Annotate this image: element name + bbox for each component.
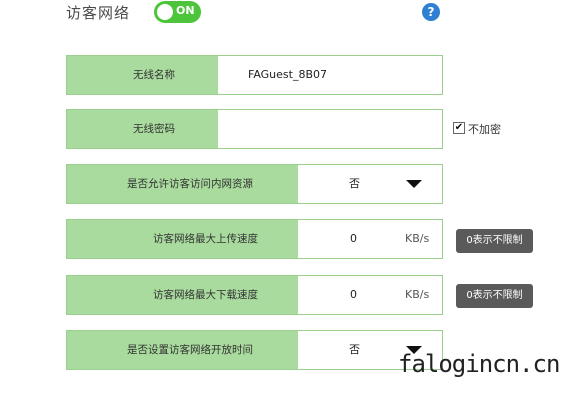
help-icon[interactable]: ? xyxy=(422,3,440,21)
open-time-label: 是否设置访客网络开放时间 xyxy=(127,344,253,356)
watermark-text: falogincn.cn xyxy=(398,350,560,378)
intranet-access-row: 是否允许访客访问内网资源 否 xyxy=(66,164,443,204)
no-encryption-label: 不加密 xyxy=(468,123,501,136)
page-title: 访客网络 xyxy=(66,4,131,22)
password-input[interactable] xyxy=(218,110,442,148)
download-limit-input[interactable]: 0 KB/s xyxy=(298,276,442,314)
password-row: 无线密码 xyxy=(66,109,443,149)
upload-limit-row: 访客网络最大上传速度 0 KB/s xyxy=(66,219,443,259)
upload-limit-hint: 0表示不限制 xyxy=(456,229,533,253)
download-limit-hint: 0表示不限制 xyxy=(456,284,533,308)
ssid-value: FAGuest_8B07 xyxy=(248,68,327,81)
intranet-access-select[interactable]: 否 xyxy=(298,165,442,203)
download-limit-value: 0 xyxy=(350,288,357,301)
guest-network-toggle[interactable]: ON xyxy=(154,1,201,23)
upload-limit-label: 访客网络最大上传速度 xyxy=(153,233,258,245)
no-encryption-checkbox[interactable]: ✔ xyxy=(453,122,465,134)
toggle-label: ON xyxy=(176,4,195,17)
chevron-down-icon xyxy=(406,180,422,188)
toggle-knob xyxy=(157,4,173,20)
intranet-access-label: 是否允许访客访问内网资源 xyxy=(127,178,253,190)
intranet-access-value: 否 xyxy=(349,177,360,190)
download-limit-row: 访客网络最大下载速度 0 KB/s xyxy=(66,275,443,315)
ssid-label: 无线名称 xyxy=(133,69,175,81)
download-limit-label: 访客网络最大下载速度 xyxy=(153,289,258,301)
open-time-value: 否 xyxy=(349,343,360,356)
upload-limit-unit: KB/s xyxy=(405,232,430,245)
open-time-row: 是否设置访客网络开放时间 否 xyxy=(66,330,443,370)
ssid-input[interactable]: FAGuest_8B07 xyxy=(218,56,442,94)
upload-limit-value: 0 xyxy=(350,232,357,245)
ssid-row: 无线名称 FAGuest_8B07 xyxy=(66,55,443,95)
download-limit-unit: KB/s xyxy=(405,288,430,301)
upload-limit-input[interactable]: 0 KB/s xyxy=(298,220,442,258)
password-label: 无线密码 xyxy=(133,123,175,135)
